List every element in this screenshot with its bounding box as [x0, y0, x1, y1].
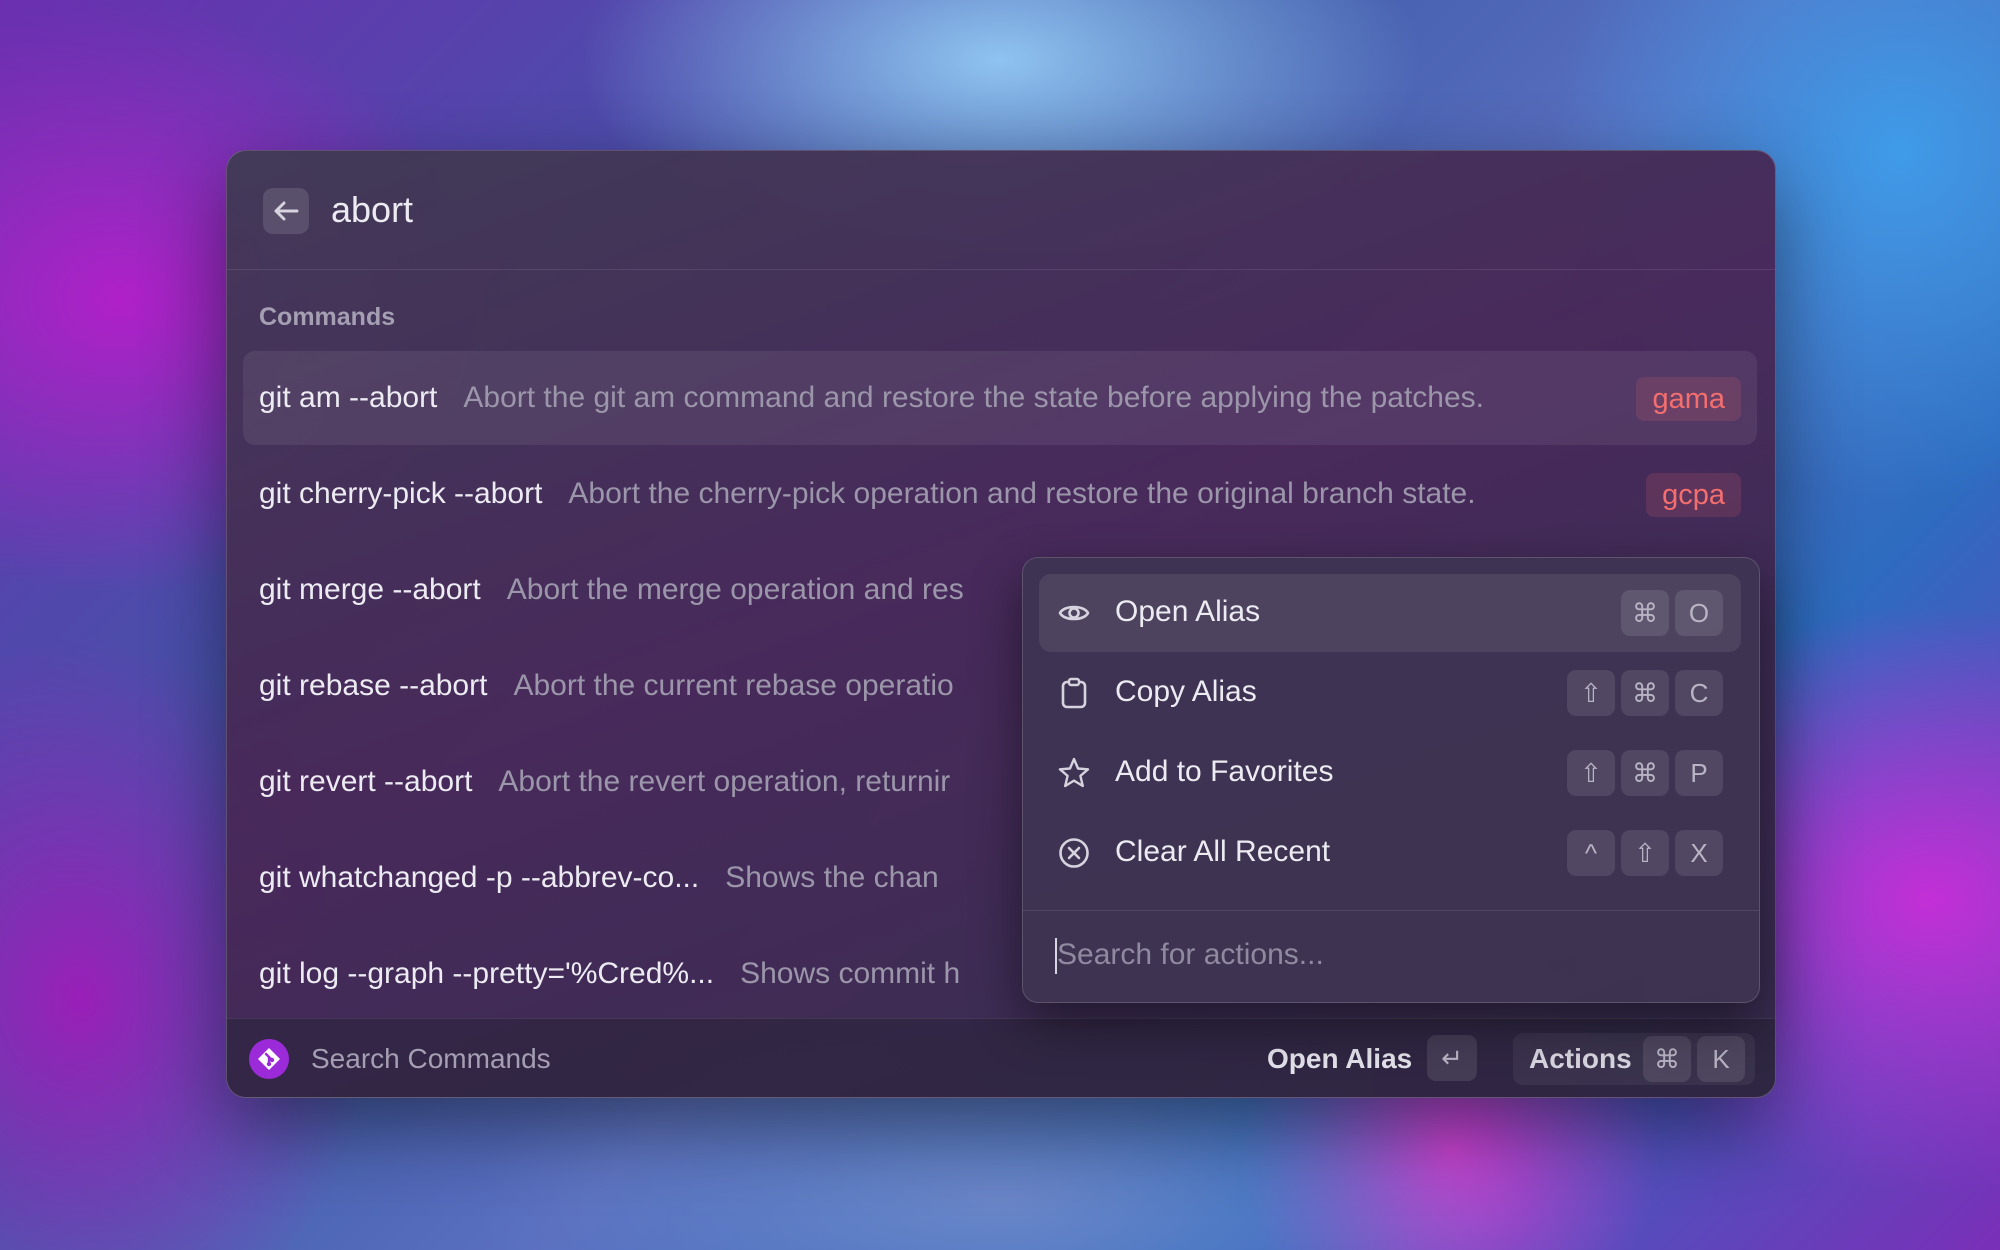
key-badge: ⌘ — [1621, 670, 1669, 716]
key-badge: ⌘ — [1621, 590, 1669, 636]
menu-item-label: Clear All Recent — [1115, 835, 1331, 868]
list-item[interactable]: git am --abort Abort the git am command … — [243, 351, 1757, 445]
actions-menu: Open Alias ⌘ O Copy Alias ⇧ ⌘ C Add to F… — [1022, 557, 1760, 1003]
menu-item-open-alias[interactable]: Open Alias ⌘ O — [1039, 574, 1741, 652]
back-button[interactable] — [263, 188, 309, 234]
command-description: Shows the chan — [725, 861, 939, 894]
command-name: git revert --abort — [259, 765, 473, 798]
key-badge: C — [1675, 670, 1723, 716]
menu-item-add-to-favorites[interactable]: Add to Favorites ⇧ ⌘ P — [1039, 734, 1741, 812]
command-description: Abort the cherry-pick operation and rest… — [568, 477, 1476, 510]
command-name: git log --graph --pretty='%Cred%... — [259, 957, 715, 990]
section-title: Commands — [259, 303, 396, 331]
key-badge: ^ — [1567, 830, 1615, 876]
actions-button[interactable]: Actions ⌘ K — [1513, 1033, 1755, 1085]
command-description: Abort the current rebase operatio — [513, 669, 954, 702]
actions-label: Actions — [1529, 1043, 1632, 1074]
key-badge: X — [1675, 830, 1723, 876]
star-icon — [1058, 757, 1090, 788]
command-description: Abort the revert operation, returnir — [498, 765, 951, 798]
command-name: git rebase --abort — [259, 669, 488, 702]
clipboard-icon — [1061, 677, 1087, 709]
eye-icon — [1058, 605, 1090, 621]
search-input[interactable]: abort — [331, 189, 413, 231]
command-name: git am --abort — [259, 381, 438, 414]
key-badge: ⌘ — [1621, 750, 1669, 796]
clear-circle-icon — [1059, 838, 1089, 868]
command-name: git whatchanged -p --abbrev-co... — [259, 861, 700, 894]
command-description: Abort the merge operation and res — [506, 573, 964, 606]
footer-search-label: Search Commands — [311, 1043, 551, 1074]
open-alias-button[interactable]: Open Alias — [1267, 1043, 1412, 1075]
search-bar: abort — [227, 151, 1775, 270]
menu-item-copy-alias[interactable]: Copy Alias ⇧ ⌘ C — [1039, 654, 1741, 732]
key-badge: ⇧ — [1621, 830, 1669, 876]
key-badge: O — [1675, 590, 1723, 636]
key-badge: ⇧ — [1567, 750, 1615, 796]
git-extension-icon — [249, 1039, 289, 1079]
command-description: Shows commit h — [740, 957, 961, 990]
command-description: Abort the git am command and restore the… — [463, 381, 1484, 414]
menu-item-label: Copy Alias — [1115, 675, 1257, 708]
alias-badge: gcpa — [1646, 473, 1741, 517]
return-key-badge: ↵ — [1427, 1035, 1477, 1081]
command-name: git cherry-pick --abort — [259, 477, 543, 510]
divider — [1023, 910, 1759, 911]
k-key-badge: K — [1697, 1036, 1745, 1082]
command-key-badge: ⌘ — [1643, 1036, 1691, 1082]
command-name: git merge --abort — [259, 573, 481, 606]
key-badge: P — [1675, 750, 1723, 796]
key-badge: ⇧ — [1567, 670, 1615, 716]
alias-badge: gama — [1636, 377, 1741, 421]
arrow-left-icon — [274, 201, 299, 221]
menu-item-label: Add to Favorites — [1115, 755, 1334, 788]
list-item[interactable]: git cherry-pick --abort Abort the cherry… — [243, 447, 1757, 541]
menu-item-label: Open Alias — [1115, 595, 1261, 628]
actions-search-input[interactable]: Search for actions... — [1057, 938, 1324, 972]
footer-bar: Search Commands Open Alias ↵ Actions ⌘ K — [227, 1018, 1775, 1097]
menu-item-clear-all-recent[interactable]: Clear All Recent ^ ⇧ X — [1039, 814, 1741, 892]
